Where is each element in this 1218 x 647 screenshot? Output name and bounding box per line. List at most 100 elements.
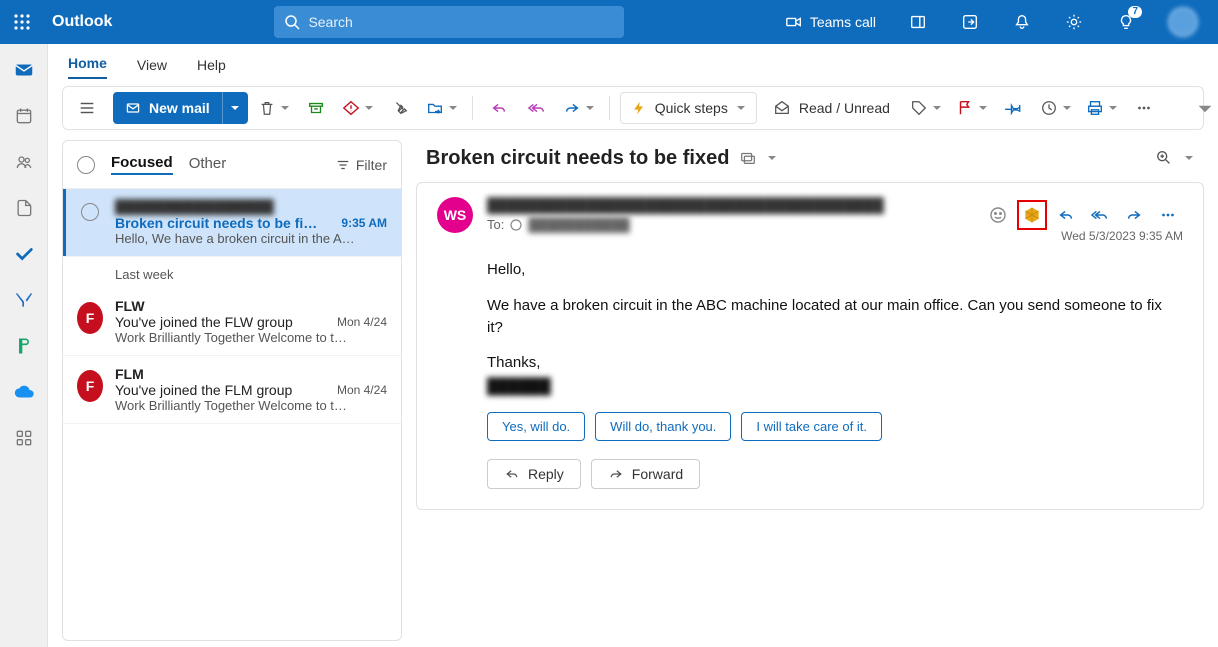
message-subject: You've joined the FLM group <box>115 382 292 398</box>
hexagon-icon <box>1022 205 1042 225</box>
app-launcher-icon[interactable] <box>10 10 34 34</box>
left-rail <box>0 44 48 647</box>
card-reply-button[interactable] <box>1051 200 1081 230</box>
select-all-checkbox[interactable] <box>77 156 95 174</box>
search-box[interactable] <box>274 6 624 38</box>
message-item[interactable]: ████████████████ Broken circuit needs to… <box>63 189 401 257</box>
reply-button[interactable] <box>483 92 515 124</box>
new-mail-main[interactable]: New mail <box>113 100 222 116</box>
teams-call-button[interactable]: Teams call <box>774 0 886 44</box>
message-list-header: Focused Other Filter <box>63 141 401 189</box>
to-label: To: <box>487 217 504 232</box>
reply-all-button[interactable] <box>521 92 553 124</box>
chevron-down-icon[interactable] <box>1184 153 1194 163</box>
todo-app-icon[interactable] <box>12 242 36 266</box>
pin-button[interactable] <box>998 92 1030 124</box>
print-button[interactable] <box>1082 92 1122 124</box>
move-button[interactable] <box>422 92 462 124</box>
avatar-icon: F <box>77 302 103 334</box>
avatar-icon: F <box>77 370 103 402</box>
message-time: Mon 4/24 <box>337 383 387 397</box>
gear-icon <box>1064 12 1084 32</box>
tab-home[interactable]: Home <box>68 55 107 79</box>
main-area: Home View Help New mail <box>48 44 1218 647</box>
menu-tabs: Home View Help <box>48 44 1218 80</box>
people-app-icon[interactable] <box>12 150 36 174</box>
top-bar: Outlook Teams call 7 <box>0 0 1218 44</box>
message-list: Focused Other Filter ████████████████ Br… <box>62 140 402 641</box>
card-more-button[interactable] <box>1153 200 1183 230</box>
conversation-icon[interactable] <box>739 149 757 167</box>
more-apps-icon[interactable] <box>12 426 36 450</box>
chevron-down-icon[interactable] <box>767 153 777 163</box>
new-mail-dropdown[interactable] <box>222 92 248 124</box>
apps-button[interactable] <box>1017 200 1047 230</box>
new-mail-button[interactable]: New mail <box>113 92 248 124</box>
suggested-reply[interactable]: I will take care of it. <box>741 412 882 441</box>
my-day-button[interactable] <box>898 0 938 44</box>
bell-icon <box>1012 12 1032 32</box>
message-preview: Work Brilliantly Together Welcome to t… <box>115 398 387 413</box>
message-preview: Hello, We have a broken circuit in the A… <box>115 231 387 246</box>
brand-label: Outlook <box>52 13 112 31</box>
forward-label: Forward <box>632 466 683 482</box>
tab-view[interactable]: View <box>137 57 167 79</box>
reply-action-button[interactable]: Reply <box>487 459 581 489</box>
body-p2: We have a broken circuit in the ABC mach… <box>487 295 1167 339</box>
tab-focused[interactable]: Focused <box>111 154 173 175</box>
onedrive-app-icon[interactable] <box>12 380 36 404</box>
hamburger-button[interactable] <box>71 92 103 124</box>
message-item[interactable]: F FLW You've joined the FLW group Mon 4/… <box>63 288 401 356</box>
ribbon: New mail Quick steps Read / Unread <box>62 86 1204 130</box>
read-unread-label: Read / Unread <box>799 100 890 116</box>
search-input[interactable] <box>308 14 614 30</box>
teams-call-label: Teams call <box>810 14 876 30</box>
react-button[interactable] <box>983 200 1013 230</box>
tab-other[interactable]: Other <box>189 155 227 174</box>
mail-app-icon[interactable] <box>12 58 36 82</box>
suggested-reply[interactable]: Will do, thank you. <box>595 412 731 441</box>
tab-help[interactable]: Help <box>197 57 226 79</box>
message-datetime: Wed 5/3/2023 9:35 AM <box>1061 229 1183 243</box>
quick-steps-button[interactable]: Quick steps <box>620 92 757 124</box>
forward-action-button[interactable]: Forward <box>591 459 700 489</box>
filter-label: Filter <box>356 157 387 173</box>
suggested-replies: Yes, will do. Will do, thank you. I will… <box>487 412 1183 441</box>
avatar-icon <box>1168 7 1198 37</box>
message-subject: Broken circuit needs to be fi… <box>115 215 317 231</box>
card-reply-all-button[interactable] <box>1085 200 1115 230</box>
account-button[interactable] <box>1158 0 1208 44</box>
sweep-button[interactable] <box>384 92 416 124</box>
report-button[interactable] <box>338 92 378 124</box>
message-subject: You've joined the FLW group <box>115 314 293 330</box>
forward-button[interactable] <box>559 92 599 124</box>
select-checkbox[interactable] <box>81 203 99 221</box>
quick-steps-label: Quick steps <box>655 100 728 116</box>
calendar-app-icon[interactable] <box>12 104 36 128</box>
archive-button[interactable] <box>300 92 332 124</box>
sender-avatar: WS <box>437 197 473 233</box>
filter-icon <box>336 158 350 172</box>
tag-button[interactable] <box>906 92 946 124</box>
sender-line: ████████████████████████████████████████ <box>487 197 969 213</box>
bookings-app-icon[interactable] <box>12 334 36 358</box>
notifications-button[interactable] <box>1002 0 1042 44</box>
read-unread-button[interactable]: Read / Unread <box>763 92 900 124</box>
filter-button[interactable]: Filter <box>336 157 387 173</box>
files-app-icon[interactable] <box>12 196 36 220</box>
zoom-button[interactable] <box>1150 144 1178 172</box>
panel-icon <box>908 12 928 32</box>
group-label-lastweek: Last week <box>63 257 401 288</box>
collapse-ribbon-button[interactable] <box>1197 101 1213 117</box>
yammer-app-icon[interactable] <box>12 288 36 312</box>
message-item[interactable]: F FLM You've joined the FLM group Mon 4/… <box>63 356 401 424</box>
whats-new-button[interactable]: 7 <box>1106 0 1146 44</box>
snooze-button[interactable] <box>1036 92 1076 124</box>
settings-button[interactable] <box>1054 0 1094 44</box>
delete-button[interactable] <box>254 92 294 124</box>
more-ribbon-button[interactable] <box>1128 92 1160 124</box>
flag-button[interactable] <box>952 92 992 124</box>
tips-button[interactable] <box>950 0 990 44</box>
suggested-reply[interactable]: Yes, will do. <box>487 412 585 441</box>
card-forward-button[interactable] <box>1119 200 1149 230</box>
